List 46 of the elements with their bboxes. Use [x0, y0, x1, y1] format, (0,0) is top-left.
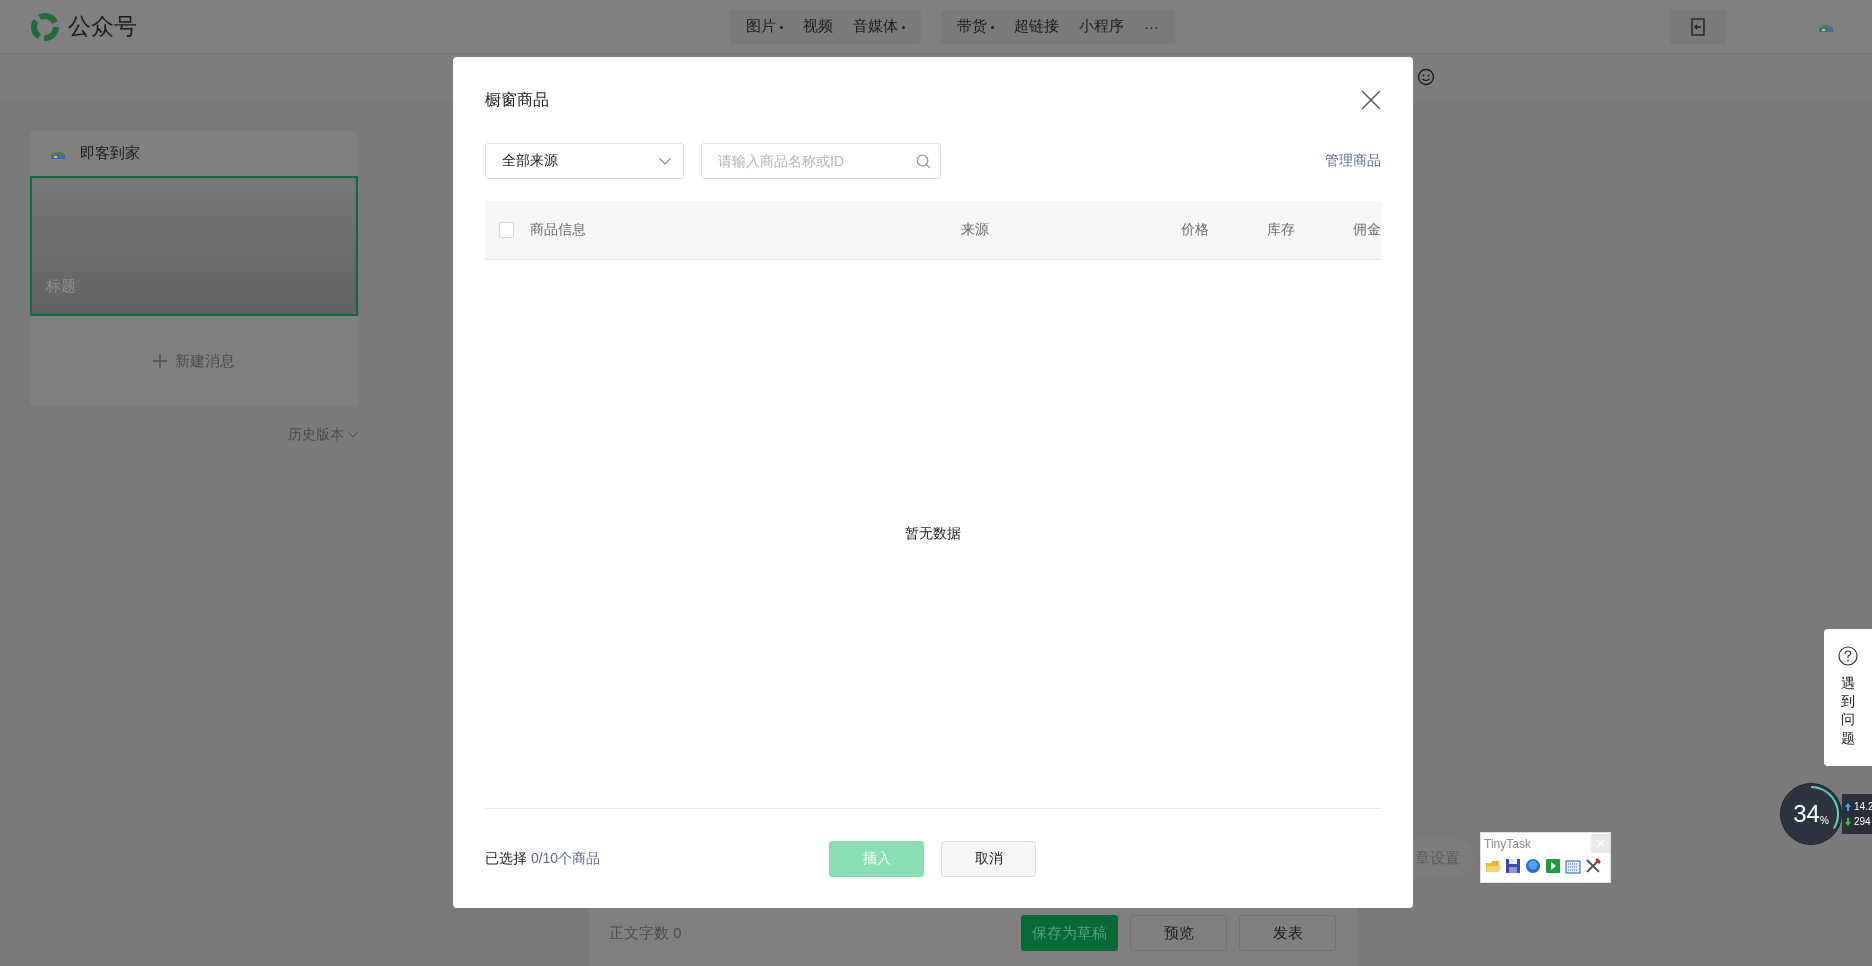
meter-unit: % — [1819, 814, 1829, 826]
toolbar-item[interactable]: 视频 — [793, 17, 843, 36]
column-header: 佣金 — [1352, 221, 1381, 239]
footer-button[interactable]: 预览 — [1130, 915, 1227, 951]
empty-message: 暂无数据 — [905, 525, 961, 543]
select-all-checkbox[interactable] — [499, 222, 515, 238]
column-header: 价格 — [1179, 221, 1209, 239]
dialog-title: 橱窗商品 — [485, 89, 549, 110]
toolbar-item[interactable]: ··· — [1134, 18, 1169, 35]
column-header: 库存 — [1265, 221, 1295, 239]
toolbar-item[interactable]: 音媒体 — [843, 17, 915, 36]
column-header: 商品信息 — [530, 221, 588, 239]
toolbar-item[interactable]: 图片 — [736, 17, 793, 36]
up-arrow-icon — [1845, 802, 1851, 811]
toolbar-item[interactable]: 带货 — [947, 17, 1004, 36]
tools-icon[interactable] — [1585, 858, 1601, 874]
manage-products-link[interactable]: 管理商品 — [1325, 152, 1381, 170]
close-icon[interactable] — [1361, 90, 1381, 110]
plus-icon — [153, 354, 167, 368]
column-header: 来源 — [959, 221, 990, 239]
toolbar-item[interactable]: 超链接 — [1004, 17, 1069, 36]
down-arrow-icon — [1845, 817, 1851, 826]
help-button[interactable]: 遇到问题 — [1824, 629, 1872, 766]
window-title: TinyTask — [1484, 836, 1531, 851]
footer-button[interactable]: 保存为草稿 — [1021, 915, 1118, 951]
record-icon[interactable] — [1525, 858, 1541, 874]
document-icon — [1691, 17, 1705, 36]
search-icon[interactable] — [916, 154, 931, 169]
download-speed: 294 — [1854, 816, 1871, 827]
question-icon — [1838, 646, 1858, 666]
emoji-icon[interactable] — [1417, 68, 1435, 86]
meter-value: 34 — [1793, 800, 1820, 828]
selection-count: 已选择 0/10个商品 — [485, 849, 601, 868]
floppy-icon[interactable] — [1505, 858, 1521, 874]
footer-button[interactable]: 发表 — [1239, 915, 1336, 951]
chevron-down-icon — [348, 432, 358, 438]
search-field[interactable]: 请输入商品名称或ID — [701, 143, 941, 179]
source-dropdown[interactable]: 全部来源 — [485, 143, 684, 179]
account-name: 即客到家 — [80, 144, 140, 163]
logo-text: 公众号 — [68, 12, 137, 41]
chevron-down-icon — [659, 157, 671, 165]
toolbar-item[interactable]: 小程序 — [1069, 17, 1134, 36]
dialog-button[interactable]: 取消 — [941, 840, 1036, 877]
logo-icon — [30, 11, 60, 42]
play-icon[interactable] — [1545, 858, 1561, 874]
toolbar-button[interactable] — [1670, 9, 1726, 44]
